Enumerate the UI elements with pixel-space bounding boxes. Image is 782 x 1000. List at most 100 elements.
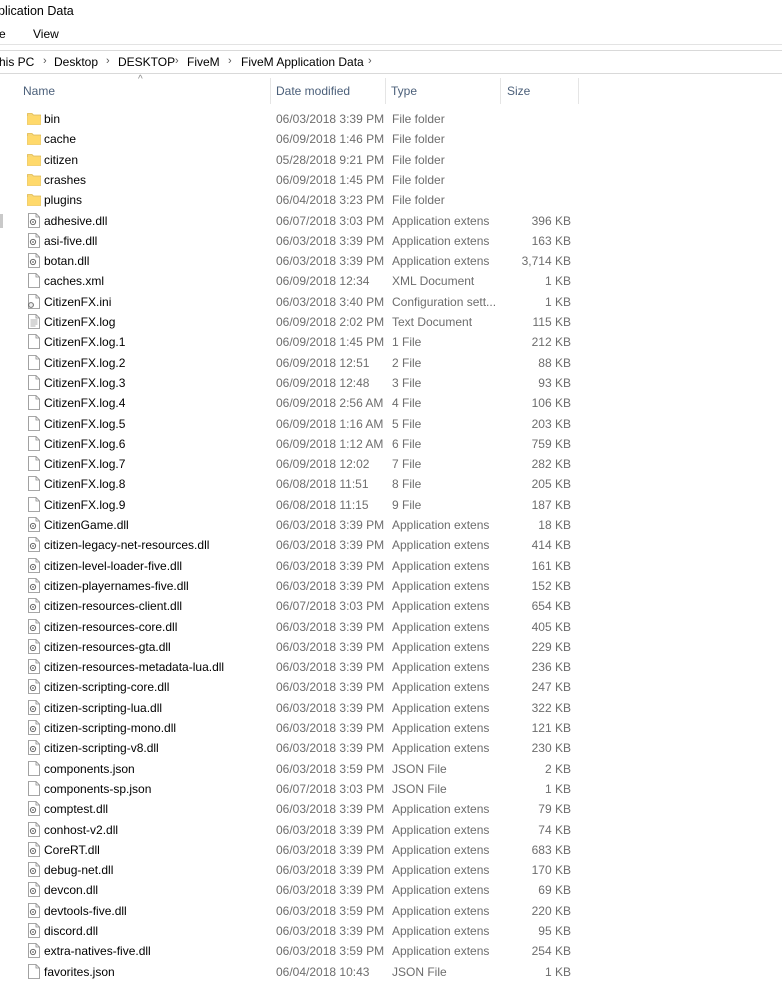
file-row[interactable]: CitizenFX.log.2 06/09/2018 12:51 2 File 88 … [0, 353, 782, 373]
file-row[interactable]: devtools-five.dll 06/03/2018 3:59 PM Appli… [0, 901, 782, 921]
file-row[interactable]: components.json 06/03/2018 3:59 PM JSON Fi… [0, 759, 782, 779]
file-row[interactable]: adhesive.dll 06/07/2018 3:03 PM Applicatio… [0, 211, 782, 231]
file-name: CitizenFX.log.1 [44, 335, 126, 350]
menu-item-view[interactable]: View [33, 27, 59, 41]
file-name: components-sp.json [44, 781, 152, 796]
file-row[interactable]: favorites.json 06/04/2018 10:43 JSON File 1… [0, 962, 782, 982]
file-row[interactable]: CitizenFX.log.6 06/09/2018 1:12 AM 6 File 7… [0, 434, 782, 454]
breadcrumb-this-pc[interactable]: his PC [0, 55, 34, 69]
file-row[interactable]: citizen-scripting-lua.dll 06/03/2018 3:39… [0, 698, 782, 718]
file-date-modified: 06/09/2018 12:02 [276, 457, 370, 472]
file-size: 205 KB [531, 477, 571, 492]
file-row[interactable]: CitizenFX.log.4 06/09/2018 2:56 AM 4 File 1… [0, 393, 782, 413]
file-row[interactable]: cache 06/09/2018 1:46 PM File folder [0, 129, 782, 149]
dll-icon [27, 638, 41, 654]
file-type: 2 File [392, 355, 422, 370]
file-date-modified: 06/03/2018 3:39 PM [276, 802, 385, 817]
file-type: Application extens [392, 924, 490, 938]
column-header-type[interactable]: Type [386, 78, 500, 104]
breadcrumb-fivem[interactable]: FiveM [187, 55, 220, 69]
file-type: Application extens [392, 802, 490, 817]
file-name: citizen-level-loader-five.dll [44, 558, 183, 573]
file-row[interactable]: bin 06/03/2018 3:39 PM File folder [0, 109, 782, 129]
file-row[interactable]: CitizenFX.log 06/09/2018 2:02 PM Text Docu… [0, 312, 782, 332]
column-divider[interactable] [578, 78, 579, 104]
file-row[interactable]: citizen-resources-core.dll 06/03/2018 3:3… [0, 617, 782, 637]
column-header-size[interactable]: Size [501, 78, 578, 104]
file-row[interactable]: CitizenFX.ini 06/03/2018 3:40 PM Configura… [0, 292, 782, 312]
file-row[interactable]: debug-net.dll 06/03/2018 3:39 PM Applicati… [0, 860, 782, 880]
breadcrumb-chevron-icon[interactable]: › [368, 55, 372, 67]
file-row[interactable]: citizen-legacy-net-resources.dll 06/03/20… [0, 535, 782, 555]
file-row[interactable]: botan.dll 06/03/2018 3:39 PM Application e… [0, 251, 782, 271]
file-name: CitizenGame.dll [44, 518, 129, 532]
file-row[interactable]: CitizenFX.log.3 06/09/2018 12:48 3 File 93 … [0, 373, 782, 393]
file-type: Application extens [392, 863, 490, 878]
file-row[interactable]: CitizenFX.log.9 06/08/2018 11:15 9 File 187… [0, 495, 782, 515]
file-date-modified: 06/09/2018 12:34 [276, 274, 370, 289]
file-row[interactable]: citizen-resources-gta.dll 06/03/2018 3:39… [0, 637, 782, 657]
file-row[interactable]: devcon.dll 06/03/2018 3:39 PM Application … [0, 880, 782, 900]
file-row[interactable]: CitizenFX.log.7 06/09/2018 12:02 7 File 282… [0, 454, 782, 474]
file-size: 1 KB [544, 274, 571, 289]
file-row[interactable]: components-sp.json 06/07/2018 3:03 PM JSON… [0, 779, 782, 799]
file-row[interactable]: caches.xml 06/09/2018 12:34 XML Document 1 … [0, 271, 782, 291]
column-header-date-modified[interactable]: Date modified [271, 78, 385, 104]
breadcrumb-chevron-icon[interactable]: › [43, 55, 47, 67]
file-icon [27, 273, 41, 289]
file-row[interactable]: citizen-playernames-five.dll 06/03/2018 3… [0, 576, 782, 596]
file-size: 683 KB [531, 842, 571, 857]
file-date-modified: 06/03/2018 3:39 PM [276, 619, 385, 634]
file-name: citizen [44, 152, 79, 167]
file-row[interactable]: extra-natives-five.dll 06/03/2018 3:59 PM… [0, 941, 782, 961]
file-row[interactable]: crashes 06/09/2018 1:45 PM File folder [0, 170, 782, 190]
file-date-modified: 06/04/2018 3:23 PM [276, 193, 385, 208]
column-header-name[interactable]: Name [0, 78, 270, 104]
file-size: 247 KB [531, 680, 571, 695]
file-row[interactable]: comptest.dll 06/03/2018 3:39 PM Applicatio… [0, 799, 782, 819]
breadcrumb-chevron-icon[interactable]: › [175, 55, 179, 67]
file-type: Application extens [392, 558, 490, 573]
breadcrumb-desktop-folder[interactable]: DESKTOP [118, 55, 175, 69]
file-row[interactable]: asi-five.dll 06/03/2018 3:39 PM Applicatio… [0, 231, 782, 251]
file-name: citizen-scripting-core.dll [44, 680, 170, 695]
file-name: adhesive.dll [44, 213, 108, 228]
file-name: citizen-scripting-lua.dll [44, 700, 163, 715]
breadcrumb-chevron-icon[interactable]: › [228, 55, 232, 67]
file-name: CitizenFX.log.6 [44, 436, 126, 451]
file-name: devtools-five.dll [44, 903, 127, 918]
file-row[interactable]: CoreRT.dll 06/03/2018 3:39 PM Application … [0, 840, 782, 860]
file-row[interactable]: CitizenFX.log.1 06/09/2018 1:45 PM 1 File 2… [0, 332, 782, 352]
file-row[interactable]: CitizenFX.log.5 06/09/2018 1:16 AM 5 File 2… [0, 414, 782, 434]
file-name: CitizenFX.ini [44, 294, 112, 309]
file-date-modified: 06/03/2018 3:39 PM [276, 883, 385, 898]
file-type: JSON File [392, 964, 447, 979]
file-row[interactable]: citizen-scripting-mono.dll 06/03/2018 3:3… [0, 718, 782, 738]
breadcrumb-desktop[interactable]: Desktop [54, 55, 98, 69]
file-row[interactable]: citizen-scripting-v8.dll 06/03/2018 3:39 … [0, 738, 782, 758]
file-icon [27, 415, 41, 431]
file-type: Application extens [392, 254, 490, 269]
file-row[interactable]: citizen 05/28/2018 9:21 PM File folder [0, 150, 782, 170]
file-name: CoreRT.dll [44, 842, 100, 857]
file-size: 163 KB [531, 233, 571, 248]
dll-icon [27, 557, 41, 573]
file-icon [27, 374, 41, 390]
file-row[interactable]: CitizenFX.log.8 06/08/2018 11:51 8 File 205… [0, 474, 782, 494]
file-row[interactable]: citizen-level-loader-five.dll 06/03/2018 … [0, 556, 782, 576]
menu-item-file[interactable]: e [0, 27, 6, 41]
address-bar[interactable]: his PC › Desktop › DESKTOP › FiveM › Fiv… [0, 50, 782, 74]
file-row[interactable]: CitizenGame.dll 06/03/2018 3:39 PM Applica… [0, 515, 782, 535]
dll-icon [27, 679, 41, 695]
file-row[interactable]: citizen-resources-metadata-lua.dll 06/03/… [0, 657, 782, 677]
file-type: Text Document [392, 315, 473, 329]
file-row[interactable]: citizen-scripting-core.dll 06/03/2018 3:3… [0, 677, 782, 697]
breadcrumb-fivem-application-data[interactable]: FiveM Application Data [241, 55, 364, 69]
file-date-modified: 06/03/2018 3:39 PM [276, 924, 385, 938]
file-row[interactable]: discord.dll 06/03/2018 3:39 PM Application… [0, 921, 782, 941]
file-type: Application extens [392, 741, 490, 756]
file-row[interactable]: citizen-resources-client.dll 06/07/2018 3… [0, 596, 782, 616]
breadcrumb-chevron-icon[interactable]: › [106, 55, 110, 67]
file-row[interactable]: conhost-v2.dll 06/03/2018 3:39 PM Applicat… [0, 820, 782, 840]
file-row[interactable]: plugins 06/04/2018 3:23 PM File folder [0, 190, 782, 210]
